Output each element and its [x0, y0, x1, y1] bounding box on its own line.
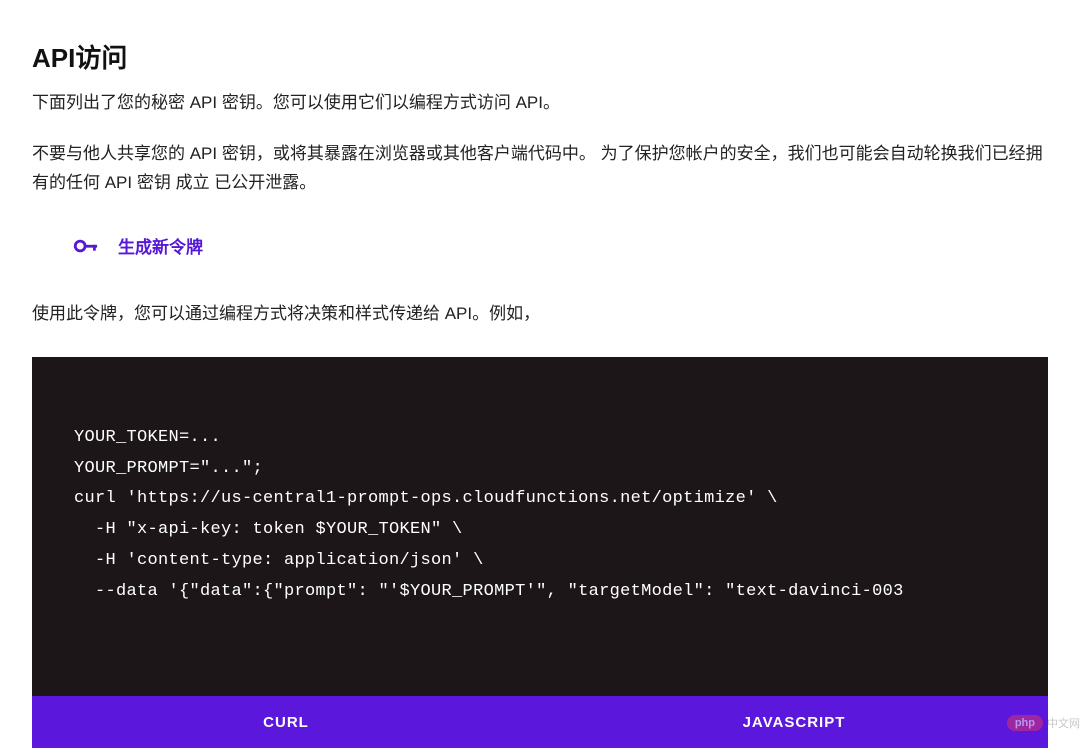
- page-title: API访问: [32, 38, 1048, 75]
- key-icon: [72, 232, 100, 260]
- code-tabs: CURL JAVASCRIPT: [32, 696, 1048, 748]
- watermark-badge: php: [1007, 715, 1043, 731]
- code-block: YOUR_TOKEN=... YOUR_PROMPT="..."; curl '…: [32, 357, 1048, 697]
- api-description: 下面列出了您的秘密 API 密钥。您可以使用它们以编程方式访问 API。: [32, 89, 1048, 118]
- tab-javascript[interactable]: JAVASCRIPT: [540, 696, 1048, 748]
- watermark: php 中文网: [1007, 715, 1080, 731]
- generate-token-label: 生成新令牌: [118, 233, 203, 258]
- api-warning: 不要与他人共享您的 API 密钥，或将其暴露在浏览器或其他客户端代码中。 为了保…: [32, 140, 1048, 198]
- watermark-text: 中文网: [1047, 715, 1080, 731]
- generate-token-button[interactable]: 生成新令牌: [72, 232, 203, 260]
- usage-description: 使用此令牌，您可以通过编程方式将决策和样式传递给 API。例如，: [32, 300, 1048, 329]
- tab-curl[interactable]: CURL: [32, 696, 540, 748]
